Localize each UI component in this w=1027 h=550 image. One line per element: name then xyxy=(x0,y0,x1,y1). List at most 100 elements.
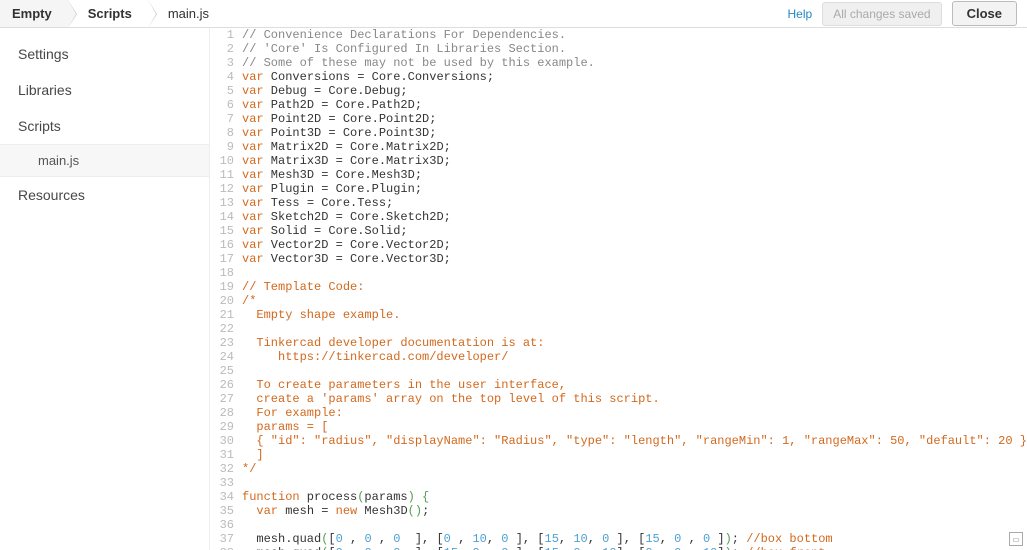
line-content[interactable]: For example: xyxy=(242,406,1027,420)
line-number: 28 xyxy=(210,406,242,420)
line-number: 16 xyxy=(210,238,242,252)
code-line[interactable]: 37 mesh.quad([0 , 0 , 0 ], [0 , 10, 0 ],… xyxy=(210,532,1027,546)
code-line[interactable]: 31 ] xyxy=(210,448,1027,462)
code-line[interactable]: 28 For example: xyxy=(210,406,1027,420)
code-line[interactable]: 2// 'Core' Is Configured In Libraries Se… xyxy=(210,42,1027,56)
line-content[interactable] xyxy=(242,266,1027,280)
code-line[interactable]: 20/* xyxy=(210,294,1027,308)
sidebar-item-scripts[interactable]: Scripts xyxy=(0,108,209,144)
line-content[interactable] xyxy=(242,518,1027,532)
line-content[interactable] xyxy=(242,364,1027,378)
line-number: 11 xyxy=(210,168,242,182)
code-line[interactable]: 29 params = [ xyxy=(210,420,1027,434)
line-content[interactable]: var Conversions = Core.Conversions; xyxy=(242,70,1027,84)
sidebar-subitem-mainjs[interactable]: main.js xyxy=(0,144,209,177)
breadcrumb: Empty Scripts main.js xyxy=(0,0,788,27)
line-content[interactable]: var Matrix3D = Core.Matrix3D; xyxy=(242,154,1027,168)
code-line[interactable]: 19// Template Code: xyxy=(210,280,1027,294)
line-number: 7 xyxy=(210,112,242,126)
code-line[interactable]: 15var Solid = Core.Solid; xyxy=(210,224,1027,238)
line-content[interactable]: Tinkercad developer documentation is at: xyxy=(242,336,1027,350)
code-line[interactable]: 21 Empty shape example. xyxy=(210,308,1027,322)
code-line[interactable]: 4var Conversions = Core.Conversions; xyxy=(210,70,1027,84)
line-content[interactable]: var Plugin = Core.Plugin; xyxy=(242,182,1027,196)
line-content[interactable]: // Convenience Declarations For Dependen… xyxy=(242,28,1027,42)
line-content[interactable]: var Point2D = Core.Point2D; xyxy=(242,112,1027,126)
code-line[interactable]: 30 { "id": "radius", "displayName": "Rad… xyxy=(210,434,1027,448)
line-content[interactable]: https://tinkercad.com/developer/ xyxy=(242,350,1027,364)
line-content[interactable]: var Path2D = Core.Path2D; xyxy=(242,98,1027,112)
line-number: 22 xyxy=(210,322,242,336)
code-line[interactable]: 26 To create parameters in the user inte… xyxy=(210,378,1027,392)
breadcrumb-file[interactable]: main.js xyxy=(148,0,225,27)
code-line[interactable]: 32*/ xyxy=(210,462,1027,476)
line-number: 24 xyxy=(210,350,242,364)
line-content[interactable]: var Tess = Core.Tess; xyxy=(242,196,1027,210)
code-line[interactable]: 23 Tinkercad developer documentation is … xyxy=(210,336,1027,350)
code-line[interactable]: 12var Plugin = Core.Plugin; xyxy=(210,182,1027,196)
line-content[interactable]: params = [ xyxy=(242,420,1027,434)
code-line[interactable]: 34function process(params) { xyxy=(210,490,1027,504)
code-line[interactable]: 27 create a 'params' array on the top le… xyxy=(210,392,1027,406)
code-line[interactable]: 9var Matrix2D = Core.Matrix2D; xyxy=(210,140,1027,154)
code-line[interactable]: 13var Tess = Core.Tess; xyxy=(210,196,1027,210)
line-content[interactable]: create a 'params' array on the top level… xyxy=(242,392,1027,406)
line-content[interactable]: To create parameters in the user interfa… xyxy=(242,378,1027,392)
code-content[interactable]: 1// Convenience Declarations For Depende… xyxy=(210,28,1027,550)
code-line[interactable]: 6var Path2D = Core.Path2D; xyxy=(210,98,1027,112)
sidebar-item-libraries[interactable]: Libraries xyxy=(0,72,209,108)
line-content[interactable]: */ xyxy=(242,462,1027,476)
breadcrumb-empty[interactable]: Empty xyxy=(0,0,68,27)
line-content[interactable]: // 'Core' Is Configured In Libraries Sec… xyxy=(242,42,1027,56)
line-content[interactable] xyxy=(242,322,1027,336)
code-editor[interactable]: 1// Convenience Declarations For Depende… xyxy=(210,28,1027,550)
code-line[interactable]: 33 xyxy=(210,476,1027,490)
code-line[interactable]: 5var Debug = Core.Debug; xyxy=(210,84,1027,98)
line-content[interactable]: var Vector3D = Core.Vector3D; xyxy=(242,252,1027,266)
line-content[interactable]: var Sketch2D = Core.Sketch2D; xyxy=(242,210,1027,224)
help-link[interactable]: Help xyxy=(788,7,813,21)
line-content[interactable]: mesh.quad([0 , 0 , 0 ], [15, 0 , 0 ], [1… xyxy=(242,546,1027,550)
code-line[interactable]: 8var Point3D = Core.Point3D; xyxy=(210,126,1027,140)
code-line[interactable]: 35 var mesh = new Mesh3D(); xyxy=(210,504,1027,518)
code-line[interactable]: 18 xyxy=(210,266,1027,280)
line-content[interactable]: { "id": "radius", "displayName": "Radius… xyxy=(242,434,1027,448)
line-number: 29 xyxy=(210,420,242,434)
line-content[interactable]: var Solid = Core.Solid; xyxy=(242,224,1027,238)
line-content[interactable]: var Matrix2D = Core.Matrix2D; xyxy=(242,140,1027,154)
line-content[interactable]: var Point3D = Core.Point3D; xyxy=(242,126,1027,140)
code-line[interactable]: 3// Some of these may not be used by thi… xyxy=(210,56,1027,70)
line-content[interactable]: var mesh = new Mesh3D(); xyxy=(242,504,1027,518)
line-content[interactable]: var Debug = Core.Debug; xyxy=(242,84,1027,98)
code-line[interactable]: 7var Point2D = Core.Point2D; xyxy=(210,112,1027,126)
line-content[interactable]: Empty shape example. xyxy=(242,308,1027,322)
line-content[interactable]: mesh.quad([0 , 0 , 0 ], [0 , 10, 0 ], [1… xyxy=(242,532,1027,546)
sidebar-item-settings[interactable]: Settings xyxy=(0,36,209,72)
line-number: 27 xyxy=(210,392,242,406)
sidebar-item-resources[interactable]: Resources xyxy=(0,177,209,213)
breadcrumb-scripts[interactable]: Scripts xyxy=(68,0,148,27)
line-number: 21 xyxy=(210,308,242,322)
close-button[interactable]: Close xyxy=(952,1,1017,26)
line-content[interactable]: /* xyxy=(242,294,1027,308)
code-line[interactable]: 22 xyxy=(210,322,1027,336)
code-line[interactable]: 25 xyxy=(210,364,1027,378)
code-line[interactable]: 11var Mesh3D = Core.Mesh3D; xyxy=(210,168,1027,182)
code-line[interactable]: 14var Sketch2D = Core.Sketch2D; xyxy=(210,210,1027,224)
code-line[interactable]: 16var Vector2D = Core.Vector2D; xyxy=(210,238,1027,252)
code-line[interactable]: 1// Convenience Declarations For Depende… xyxy=(210,28,1027,42)
code-line[interactable]: 10var Matrix3D = Core.Matrix3D; xyxy=(210,154,1027,168)
line-content[interactable]: function process(params) { xyxy=(242,490,1027,504)
line-content[interactable] xyxy=(242,476,1027,490)
line-content[interactable]: ] xyxy=(242,448,1027,462)
code-line[interactable]: 36 xyxy=(210,518,1027,532)
line-content[interactable]: // Template Code: xyxy=(242,280,1027,294)
code-line[interactable]: 24 https://tinkercad.com/developer/ xyxy=(210,350,1027,364)
code-line[interactable]: 17var Vector3D = Core.Vector3D; xyxy=(210,252,1027,266)
line-number: 26 xyxy=(210,378,242,392)
line-content[interactable]: var Mesh3D = Core.Mesh3D; xyxy=(242,168,1027,182)
resize-icon[interactable]: ▭ xyxy=(1009,532,1023,546)
code-line[interactable]: 38 mesh.quad([0 , 0 , 0 ], [15, 0 , 0 ],… xyxy=(210,546,1027,550)
line-content[interactable]: // Some of these may not be used by this… xyxy=(242,56,1027,70)
line-content[interactable]: var Vector2D = Core.Vector2D; xyxy=(242,238,1027,252)
